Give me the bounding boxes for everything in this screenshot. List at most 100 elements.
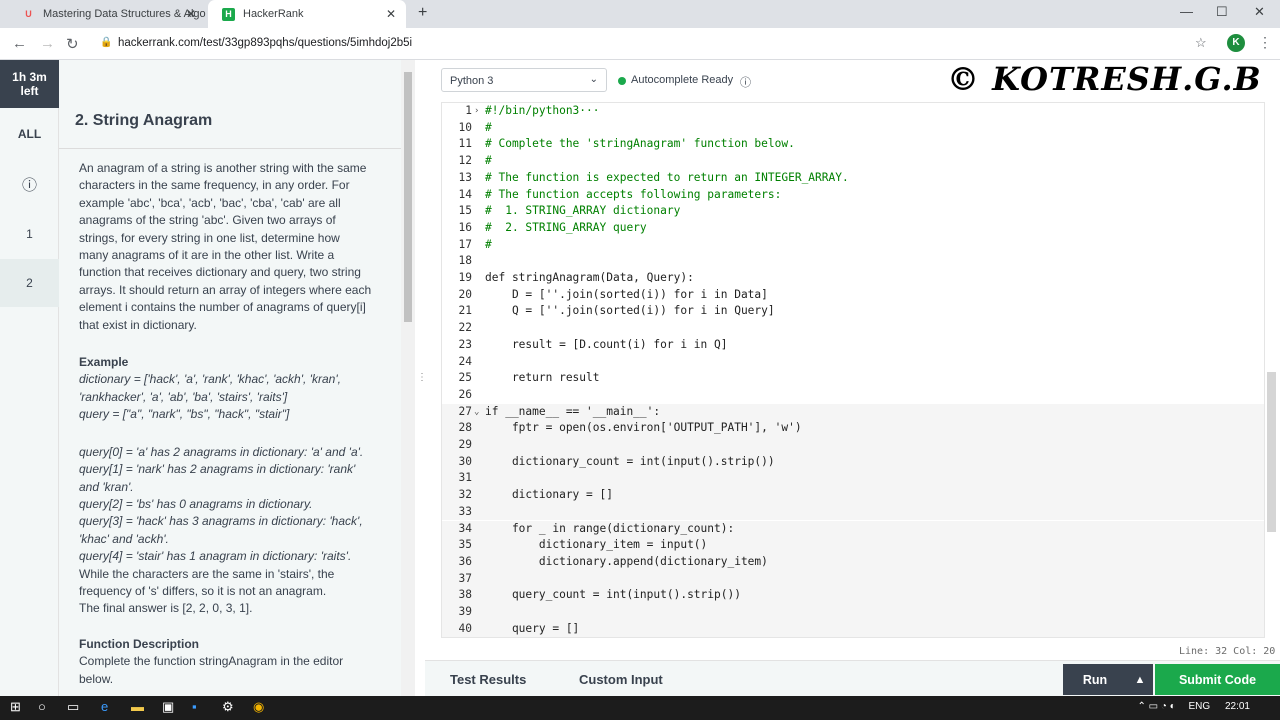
code-text: query = []: [485, 621, 580, 635]
code-line[interactable]: 23 result = [D.count(i) for i in Q]: [442, 337, 1264, 354]
fold-toggle-icon[interactable]: ⌄: [474, 404, 479, 421]
rail-item-all[interactable]: ALL: [0, 110, 59, 158]
line-number: 33: [458, 504, 472, 518]
scrollbar-thumb[interactable]: [404, 72, 412, 322]
submit-code-button[interactable]: Submit Code: [1155, 664, 1280, 695]
text-line: characters in the same frequency, in any…: [79, 178, 350, 193]
minimize-icon[interactable]: —: [1180, 4, 1193, 19]
run-button[interactable]: Run: [1063, 664, 1127, 695]
info-icon[interactable]: ⓘ: [740, 74, 751, 90]
code-text: def stringAnagram(Data, Query):: [485, 271, 694, 284]
code-line[interactable]: 35 dictionary_item = input(): [442, 537, 1264, 554]
info-icon[interactable]: ⓘ: [0, 160, 59, 208]
code-line[interactable]: 11 # Complete the 'stringAnagram' functio…: [442, 136, 1264, 153]
code-line[interactable]: 28 fptr = open(os.environ['OUTPUT_PATH']…: [442, 420, 1264, 437]
clock[interactable]: 22:01: [1225, 701, 1250, 712]
code-line[interactable]: 38 query_count = int(input().strip()): [442, 587, 1264, 604]
language-select[interactable]: Python 3 ⌄: [441, 68, 607, 92]
code-line[interactable]: 1 › #!/bin/python3···: [442, 103, 1264, 120]
code-line[interactable]: 10 #: [442, 120, 1264, 137]
close-tab-icon[interactable]: ✕: [186, 7, 196, 21]
browser-tab-udemy[interactable]: U Mastering Data Structures & Algo ✕: [8, 0, 206, 28]
function-description-heading: Function Description: [79, 636, 199, 651]
keyboard-language[interactable]: ENG: [1189, 701, 1211, 712]
code-line[interactable]: 36 dictionary.append(dictionary_item): [442, 553, 1264, 571]
tab-title: Mastering Data Structures & Algo: [43, 8, 206, 20]
line-number: 11: [458, 137, 472, 151]
code-line[interactable]: 31: [442, 470, 1264, 488]
code-line[interactable]: 17 #: [442, 237, 1264, 254]
reload-icon[interactable]: ↻: [66, 35, 79, 53]
code-line[interactable]: 16 # 2. STRING_ARRAY query: [442, 220, 1264, 237]
code-line[interactable]: 25 return result: [442, 370, 1264, 387]
task-view-icon[interactable]: ▭: [67, 699, 79, 715]
code-line[interactable]: 27 ⌄ if __name__ == '__main__':: [442, 403, 1264, 421]
code-line[interactable]: 33: [442, 503, 1264, 521]
text-line: Complete the function stringAnagram in t…: [79, 654, 344, 669]
maximize-icon[interactable]: ☐: [1216, 4, 1228, 20]
intro-text: An anagram of a string is another string…: [79, 160, 387, 334]
rail-item-question-1[interactable]: 1: [0, 210, 59, 258]
search-icon[interactable]: ○: [38, 699, 46, 714]
code-line[interactable]: 39: [442, 604, 1264, 621]
settings-icon[interactable]: ⚙: [222, 699, 234, 715]
fold-toggle-icon[interactable]: ›: [474, 103, 479, 120]
autocomplete-status: Autocomplete Ready: [631, 74, 734, 86]
problem-scrollbar[interactable]: [401, 60, 415, 696]
timer-suffix: left: [20, 84, 39, 98]
new-tab-icon[interactable]: +: [418, 4, 427, 22]
browser-tab-bar: U Mastering Data Structures & Algo ✕ H H…: [0, 0, 1280, 28]
bookmark-star-icon[interactable]: ☆: [1195, 35, 1207, 51]
forward-icon[interactable]: →: [40, 35, 55, 52]
store-icon[interactable]: ▣: [162, 699, 174, 715]
code-text: dictionary.append(dictionary_item): [485, 554, 768, 568]
code-line[interactable]: 32 dictionary = []: [442, 487, 1264, 504]
text-line: An anagram of a string is another string…: [79, 161, 367, 175]
text-line: query[0] = 'a' has 2 anagrams in diction…: [79, 444, 364, 459]
profile-avatar[interactable]: K: [1227, 34, 1245, 52]
code-line[interactable]: 12 #: [442, 153, 1264, 170]
code-line[interactable]: 29: [442, 437, 1264, 454]
code-line[interactable]: 14 # The function accepts following param…: [442, 187, 1264, 204]
code-text: query_count = int(input().strip()): [485, 588, 741, 602]
code-line[interactable]: 15 # 1. STRING_ARRAY dictionary: [442, 203, 1264, 220]
close-window-icon[interactable]: ✕: [1254, 4, 1265, 20]
chrome-icon[interactable]: ◉: [253, 699, 264, 715]
back-icon[interactable]: ←: [12, 35, 27, 52]
code-line[interactable]: 20 D = [''.join(sorted(i)) for i in Data…: [442, 287, 1264, 304]
file-explorer-icon[interactable]: ▬: [131, 699, 144, 714]
tray-icons[interactable]: ⌃ ▭ ◔ ◐: [1137, 701, 1175, 712]
line-number: 19: [458, 271, 472, 284]
windows-start-icon[interactable]: ⊞: [10, 699, 21, 715]
rail-item-question-2[interactable]: 2: [0, 259, 59, 307]
menu-dots-icon[interactable]: ⋮: [1258, 34, 1272, 51]
line-number: 28: [458, 421, 472, 435]
code-line[interactable]: 26: [442, 387, 1264, 404]
panel-resize-handle[interactable]: ⋮⋮: [415, 60, 437, 696]
code-line[interactable]: 19 def stringAnagram(Data, Query):: [442, 270, 1264, 287]
code-line[interactable]: 18: [442, 253, 1264, 270]
code-text: #: [485, 154, 492, 168]
app-icon[interactable]: ▪: [192, 699, 197, 714]
chevron-up-icon[interactable]: ▲: [1127, 664, 1153, 695]
close-tab-icon[interactable]: ✕: [386, 7, 396, 21]
text-line: arrays. It should return an array of int…: [79, 282, 372, 297]
code-line[interactable]: 30 dictionary_count = int(input().strip(…: [442, 453, 1264, 471]
code-editor[interactable]: 1 › #!/bin/python3··· 10 #11 # Complete the '…: [441, 102, 1265, 638]
editor-scrollbar[interactable]: [1265, 102, 1278, 638]
code-line[interactable]: 22: [442, 320, 1264, 337]
omnibox[interactable]: 🔒 hackerrank.com/test/33gp893pqhs/questi…: [92, 32, 1222, 56]
browser-tab-hackerrank[interactable]: H HackerRank ✕: [208, 0, 406, 28]
code-line[interactable]: 37: [442, 570, 1264, 588]
code-line[interactable]: 21 Q = [''.join(sorted(i)) for i in Quer…: [442, 303, 1264, 320]
code-line[interactable]: 13 # The function is expected to return a…: [442, 170, 1264, 187]
code-line[interactable]: 40 query = []: [442, 620, 1264, 637]
url-text[interactable]: hackerrank.com/test/33gp893pqhs/question…: [118, 37, 412, 49]
tab-custom-input[interactable]: Custom Input: [579, 672, 663, 687]
code-line[interactable]: 34 for _ in range(dictionary_count):: [442, 520, 1264, 538]
text-line: example 'abc', 'bca', 'acb', 'bac', 'cba…: [79, 195, 341, 210]
code-line[interactable]: 24: [442, 354, 1264, 371]
edge-icon[interactable]: e: [101, 699, 108, 714]
scrollbar-thumb[interactable]: [1267, 372, 1276, 532]
tab-test-results[interactable]: Test Results: [450, 672, 526, 687]
